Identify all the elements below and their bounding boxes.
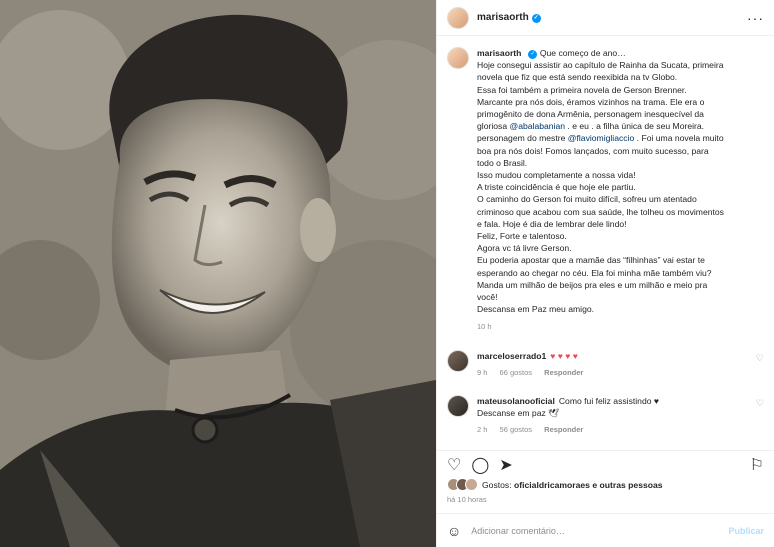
comment-item: marceloserrado1 ♥ ♥ ♥ ♥ 9 h 66 gostos Res… (437, 349, 774, 379)
caption-line: Hoje consegui assistir ao capítulo de Ra… (477, 60, 724, 71)
man-smiling-photo (0, 0, 436, 547)
likes-summary: Gostos: oficialdricamoraes e outras pess… (447, 478, 764, 491)
liker-username[interactable]: oficialdricamoraes (514, 480, 590, 490)
likes-prefix: Gostos: (482, 479, 514, 490)
caption-line: Manda um milhão de beijos pra eles e um … (477, 279, 708, 290)
comment-text: ♥ ♥ ♥ ♥ (550, 350, 578, 361)
post-actions: ♡ ◯ ➤ ⚐ (437, 450, 774, 478)
comment-likes-count[interactable]: 66 gostos (500, 368, 533, 377)
publish-button[interactable]: Publicar (728, 526, 764, 536)
caption-line: A triste coincidência é que hoje ele par… (477, 182, 636, 193)
avatar[interactable] (447, 47, 469, 69)
caption-line: todo o Brasil. (477, 157, 528, 168)
caption-line: Feliz, Forte e talentoso. (477, 231, 567, 242)
comment-input[interactable]: Adicionar comentário… (471, 526, 565, 536)
post-dialog: marisaorth ✓ ··· marisaorth ✓ Que começo d… (0, 0, 774, 547)
caption-username[interactable]: marisaorth (477, 48, 521, 58)
caption-line: você! (477, 292, 498, 303)
comment-text: Como fui feliz assistindo ♥ (558, 395, 659, 406)
comment-username[interactable]: mateusolanooficial (477, 396, 555, 406)
avatar[interactable] (447, 6, 469, 29)
more-dots-icon[interactable]: ··· (747, 10, 764, 26)
like-comment-heart-icon[interactable]: ♡ (756, 398, 764, 436)
caption-line: Marcante pra nós dois, éramos vizinhos n… (477, 96, 705, 107)
verified-badge-icon: ✓ (528, 50, 538, 59)
comment-item: mateusolanooficial Como fui feliz assisti… (437, 394, 774, 436)
avatar[interactable] (447, 349, 469, 372)
post-header: marisaorth ✓ ··· (437, 0, 774, 36)
likes-text: Gostos: oficialdricamoraes e outras pess… (482, 480, 663, 490)
likes-others[interactable]: e outras pessoas (590, 480, 662, 490)
comment-username[interactable]: marceloserrado1 (477, 351, 546, 361)
author-username[interactable]: marisaorth ✓ (477, 12, 541, 23)
comment-meta: 2 h 56 gostos Responder (477, 424, 750, 436)
verified-badge-icon: ✓ (531, 14, 541, 23)
like-comment-heart-icon[interactable]: ♡ (756, 353, 764, 379)
post-age[interactable]: há 10 horas (447, 495, 487, 504)
avatar[interactable] (447, 394, 469, 417)
comment-bubble-icon[interactable]: ◯ (471, 455, 489, 475)
caption-line-0: marisaorth ✓ Que começo de ano… (477, 47, 764, 59)
caption-line: criminoso que acabou com sua saúde, lhe … (477, 206, 724, 217)
comment-body: marceloserrado1 ♥ ♥ ♥ ♥ 9 h 66 gostos Res… (477, 350, 750, 379)
caption-line: Essa foi também a primeira novela de Ger… (477, 84, 687, 95)
caption-line: Eu poderia apostar que a mamãe das “filh… (477, 255, 705, 266)
comment-body: mateusolanooficial Como fui feliz assisti… (477, 395, 750, 436)
reply-button[interactable]: Responder (544, 425, 583, 434)
comment-time[interactable]: 2 h (477, 425, 487, 434)
comment-text-line2: Descanse em paz 🕊 (477, 407, 560, 418)
post-photo[interactable] (0, 0, 436, 547)
caption-line-text: Que começo de ano… (539, 48, 626, 58)
like-heart-icon[interactable]: ♡ (447, 455, 461, 475)
emoji-icon[interactable]: ☺ (447, 523, 461, 539)
add-comment-bar: ☺ Adicionar comentário… Publicar (437, 513, 774, 547)
caption-line: boa pra nós dois! Fomos lançados, com mu… (477, 145, 709, 156)
share-send-icon[interactable]: ➤ (499, 455, 512, 475)
caption-line: primogênito de dona Armênia, personagem … (477, 109, 704, 120)
caption-line: e fala. Hoje é dia de lembrar dele lindo… (477, 218, 627, 229)
caption-line: novela que fiz que está sendo reexibida … (477, 72, 678, 83)
caption-line-mention[interactable]: personagem do mestre @flaviomigliaccio .… (477, 132, 764, 144)
comment-meta: 9 h 66 gostos Responder (477, 367, 750, 379)
caption-timestamp[interactable]: 10 h (477, 321, 764, 333)
caption-line: esperando ao chegar no céu. Ela foi minh… (477, 267, 712, 278)
liker-avatar[interactable] (465, 478, 478, 491)
author-username-text[interactable]: marisaorth (477, 12, 529, 23)
reply-button[interactable]: Responder (544, 368, 583, 377)
caption-text: marisaorth ✓ Que começo de ano… Hoje cons… (477, 47, 764, 334)
caption-line: Descansa em Paz meu amigo. (477, 304, 595, 315)
post-side-panel: marisaorth ✓ ··· marisaorth ✓ Que começo d… (436, 0, 774, 547)
caption-line-mention[interactable]: gloriosa @abalabanian . e eu . a filha ú… (477, 120, 764, 132)
caption-line: Isso mudou completamente a nossa vida! (477, 170, 636, 181)
comment-time[interactable]: 9 h (477, 368, 487, 377)
caption: marisaorth ✓ Que começo de ano… Hoje cons… (437, 37, 774, 334)
bookmark-save-icon[interactable]: ⚐ (750, 455, 764, 475)
comment-likes-count[interactable]: 56 gostos (500, 425, 533, 434)
comments-scroll-area[interactable]: marisaorth ✓ Que começo de ano… Hoje cons… (437, 37, 774, 447)
caption-line: Agora vc tá livre Gerson. (477, 243, 572, 254)
caption-line: O caminho do Gerson foi muito difícil, s… (477, 194, 697, 205)
